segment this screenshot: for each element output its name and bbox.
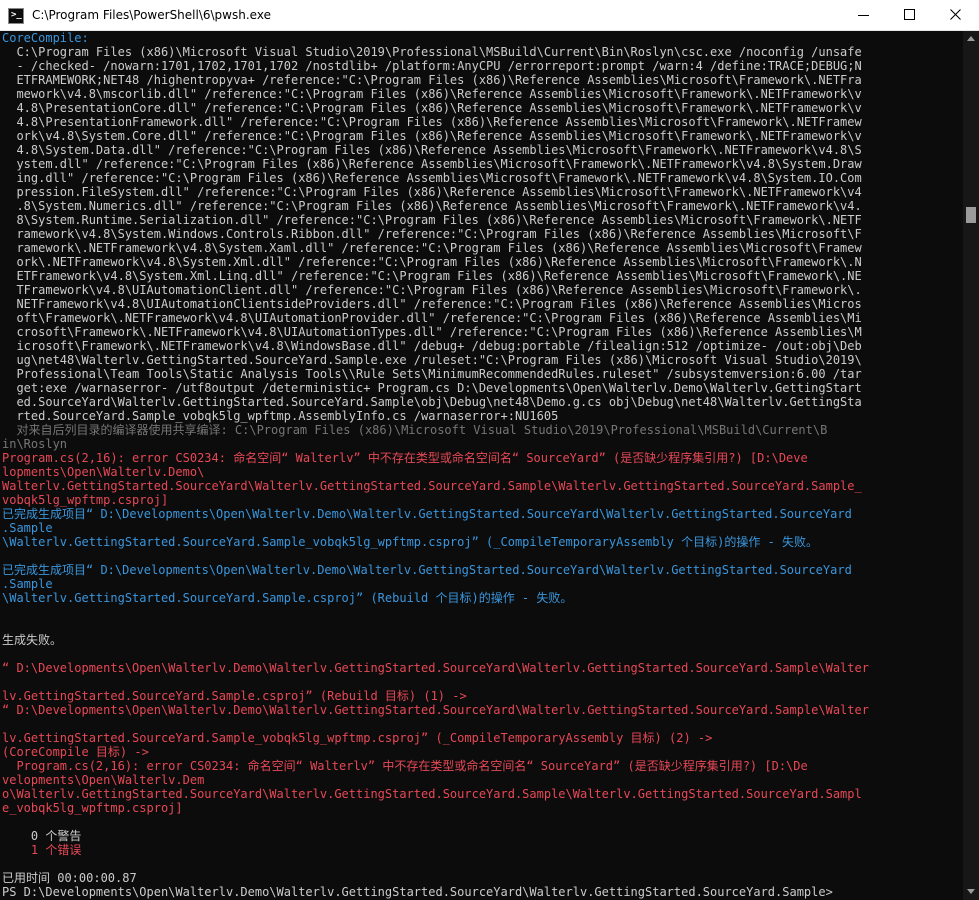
terminal-line: NETFramework\v4.8\UIAutomationClientside… [2,297,862,311]
terminal-line: lopments\Open\Walterlv.Demo\ [2,465,205,479]
window-titlebar[interactable]: >_ C:\Program Files\PowerShell\6\pwsh.ex… [0,0,979,31]
terminal-line: “ D:\Developments\Open\Walterlv.Demo\Wal… [2,703,869,717]
terminal-line: 1 个错误 [2,843,82,857]
terminal-line: C:\Program Files (x86)\Microsoft Visual … [2,45,862,59]
close-icon [950,9,961,20]
terminal-line: ug\net48\Walterlv.GettingStarted.SourceY… [2,353,862,367]
terminal-line: mework\v4.8\mscorlib.dll" /reference:"C:… [2,87,862,101]
terminal-line: e_vobqk5lg_wpftmp.csproj] [2,801,183,815]
terminal-line: ystem.dll" /reference:"C:\Program Files … [2,157,862,171]
vertical-scrollbar[interactable] [963,31,979,900]
terminal-line: lv.GettingStarted.SourceYard.Sample_vobq… [2,731,713,745]
terminal-line: 4.8\PresentationFramework.dll" /referenc… [2,115,862,129]
window-title: C:\Program Files\PowerShell\6\pwsh.exe [32,8,271,22]
chevron-up-icon [967,36,975,41]
terminal-line: - /checked- /nowarn:1701,1702,1701,1702 … [2,59,862,73]
terminal-line: 0 个警告 [2,829,82,843]
powershell-icon: >_ [8,8,24,24]
terminal-line: in\Roslyn [2,437,68,451]
terminal-line: ork\.NETFramework\v4.8\System.Xml.dll" /… [2,255,862,269]
scrollbar-thumb[interactable] [966,207,976,223]
terminal-line: o\Walterlv.GettingStarted.SourceYard\Wal… [2,787,862,801]
terminal-line: Program.cs(2,16): error CS0234: 命名空间“ Wa… [2,451,808,465]
terminal-line: icrosoft\Framework\.NETFramework\v4.8\Wi… [2,339,862,353]
terminal-line: oft\Framework\.NETFramework\v4.8\UIAutom… [2,311,862,325]
terminal-line: 4.8\PresentationCore.dll" /reference:"C:… [2,101,862,115]
chevron-down-icon [967,889,975,894]
terminal-line: ed.SourceYard\Walterlv.GettingStarted.So… [2,395,862,409]
terminal-line: Professional\Team Tools\Static Analysis … [2,367,862,381]
terminal-line: “ D:\Developments\Open\Walterlv.Demo\Wal… [2,661,869,675]
terminal-line: 生成失败。 [2,633,63,647]
terminal-line: 已用时间 00:00:00.87 [2,871,137,885]
maximize-icon [904,9,915,20]
terminal-line: 已完成生成项目“ D:\Developments\Open\Walterlv.D… [2,507,852,521]
terminal-line: ramework\.NETFramework\v4.8\System.Xaml.… [2,241,862,255]
terminal-line: CoreCompile: [2,31,89,45]
terminal-line: 8\System.Runtime.Serialization.dll" /ref… [2,213,862,227]
terminal-line: .8\System.Numerics.dll" /reference:"C:\P… [2,199,862,213]
terminal-line: .Sample [2,521,53,535]
close-button[interactable] [933,0,979,30]
minimize-icon [858,15,869,16]
terminal-line: ETFRAMEWORK;NET48 /highentropyva+ /refer… [2,73,862,87]
terminal-line: ork\v4.8\System.Core.dll" /reference:"C:… [2,129,862,143]
terminal-line: velopments\Open\Walterlv.Dem [2,773,205,787]
scroll-up-button[interactable] [963,31,979,47]
terminal-line: (CoreCompile 目标) -> [2,745,149,759]
terminal-line: rted.SourceYard.Sample_vobqk5lg_wpftmp.A… [2,409,559,423]
minimize-button[interactable] [841,0,887,30]
terminal-line: 已完成生成项目“ D:\Developments\Open\Walterlv.D… [2,563,852,577]
terminal-line: crosoft\Framework\.NETFramework\v4.8\UIA… [2,325,862,339]
terminal-line: Walterlv.GettingStarted.SourceYard\Walte… [2,479,862,493]
terminal-line: vobqk5lg_wpftmp.csproj] [2,493,169,507]
terminal-line: 对来自后列目录的编译器使用共享编译: C:\Program Files (x86… [2,423,828,437]
terminal-line: 4.8\System.Data.dll" /reference:"C:\Prog… [2,143,862,157]
terminal-line: pression.FileSystem.dll" /reference:"C:\… [2,185,862,199]
terminal-line: TFramework\v4.8\UIAutomationClient.dll" … [2,283,862,297]
terminal-line: get:exe /warnaserror- /utf8output /deter… [2,381,862,395]
terminal-line: .Sample [2,577,53,591]
terminal-line: Program.cs(2,16): error CS0234: 命名空间“ Wa… [2,759,808,773]
maximize-button[interactable] [887,0,933,30]
terminal-line: \Walterlv.GettingStarted.SourceYard.Samp… [2,591,573,605]
scroll-down-button[interactable] [963,884,979,900]
terminal-line: \Walterlv.GettingStarted.SourceYard.Samp… [2,535,819,549]
terminal-line: ETFramework\v4.8\System.Xml.Linq.dll" /r… [2,269,862,283]
terminal-output[interactable]: CoreCompile: C:\Program Files (x86)\Micr… [0,31,963,900]
terminal-line: lv.GettingStarted.SourceYard.Sample.cspr… [2,689,467,703]
terminal-line: ramework\v4.8\System.Windows.Controls.Ri… [2,227,862,241]
terminal-line: ing.dll" /reference:"C:\Program Files (x… [2,171,862,185]
terminal-line: PS D:\Developments\Open\Walterlv.Demo\Wa… [2,885,833,899]
